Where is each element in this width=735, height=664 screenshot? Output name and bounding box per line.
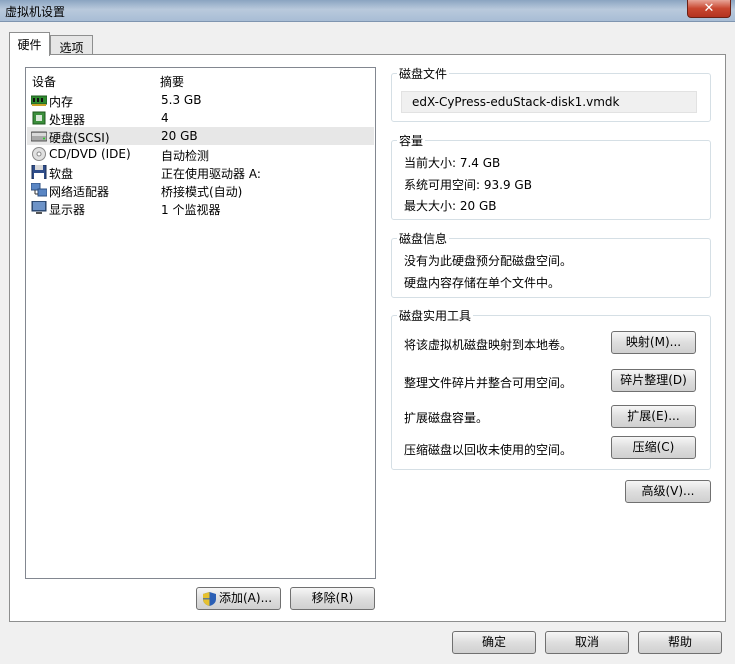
device-row-display[interactable]: 显示器 1 个监视器 <box>27 199 374 217</box>
remove-device-button[interactable]: 移除(R) <box>290 587 375 610</box>
device-summary: 自动检测 <box>161 149 210 163</box>
remove-device-label: 移除(R) <box>311 591 354 605</box>
add-device-label: 添加(A)... <box>219 591 273 605</box>
capacity-title: 容量 <box>397 132 426 149</box>
device-summary: 正在使用驱动器 A: <box>161 167 261 181</box>
add-device-button[interactable]: 添加(A)... <box>196 587 281 610</box>
advanced-button[interactable]: 高级(V)... <box>625 480 711 503</box>
device-row-hard-disk[interactable]: 硬盘(SCSI) 20 GB <box>27 127 374 145</box>
disk-file-path[interactable]: edX-CyPress-eduStack-disk1.vmdk <box>401 91 697 113</box>
tab-options-label: 选项 <box>59 41 84 55</box>
ok-button[interactable]: 确定 <box>452 631 536 654</box>
advanced-label: 高级(V)... <box>641 484 695 498</box>
cd-dvd-icon <box>32 147 46 161</box>
floppy-icon <box>31 165 47 179</box>
dialog-footer: 确定 取消 帮助 <box>0 622 735 664</box>
device-name: 硬盘(SCSI) <box>49 131 110 145</box>
vm-settings-window: 虚拟机设置 ✕ 硬件 选项 设备 摘要 内存 5.3 GB 处理器 4 硬盘(S… <box>0 0 735 664</box>
disk-info-title: 磁盘信息 <box>397 230 450 247</box>
max-size-label: 最大大小: 20 GB <box>404 199 497 213</box>
uac-shield-icon <box>203 592 216 606</box>
capacity-group: 容量 当前大小: 7.4 GB 系统可用空间: 93.9 GB 最大大小: 20… <box>391 132 711 220</box>
utility-description: 压缩磁盘以回收未使用的空间。 <box>404 443 573 457</box>
help-label: 帮助 <box>667 635 692 649</box>
device-name: 内存 <box>49 95 74 109</box>
map-disk-button[interactable]: 映射(M)... <box>611 331 696 354</box>
cpu-icon <box>32 111 46 125</box>
available-space-label: 系统可用空间: 93.9 GB <box>404 178 532 192</box>
device-summary: 1 个监视器 <box>161 203 221 217</box>
device-summary: 4 <box>161 111 169 125</box>
ok-label: 确定 <box>481 635 506 649</box>
hard-disk-icon <box>31 131 47 142</box>
disk-info-group: 磁盘信息 没有为此硬盘预分配磁盘空间。 硬盘内容存储在单个文件中。 <box>391 230 711 298</box>
device-name: 处理器 <box>49 113 86 127</box>
utility-description: 整理文件碎片并整合可用空间。 <box>404 376 573 390</box>
tab-hardware[interactable]: 硬件 <box>9 32 50 56</box>
cancel-label: 取消 <box>574 635 599 649</box>
tab-hardware-label: 硬件 <box>17 38 42 52</box>
current-size-label: 当前大小: 7.4 GB <box>404 156 501 170</box>
device-name: 显示器 <box>49 203 86 217</box>
title-bar: 虚拟机设置 ✕ <box>0 0 735 22</box>
device-list[interactable]: 设备 摘要 内存 5.3 GB 处理器 4 硬盘(SCSI) 20 GB CD/… <box>25 67 376 579</box>
device-name: 网络适配器 <box>49 185 110 199</box>
memory-icon <box>31 95 47 106</box>
map-disk-label: 映射(M)... <box>625 335 682 349</box>
cancel-button[interactable]: 取消 <box>545 631 629 654</box>
display-icon <box>31 201 47 214</box>
device-list-header: 设备 摘要 <box>26 68 375 90</box>
column-header-device[interactable]: 设备 <box>32 73 56 90</box>
hardware-panel: 设备 摘要 内存 5.3 GB 处理器 4 硬盘(SCSI) 20 GB CD/… <box>9 54 726 622</box>
disk-utilities-group: 磁盘实用工具 将该虚拟机磁盘映射到本地卷。 映射(M)... 整理文件碎片并整合… <box>391 307 711 470</box>
compact-disk-label: 压缩(C) <box>632 440 675 454</box>
device-name: CD/DVD (IDE) <box>49 147 131 161</box>
device-row-network-adapter[interactable]: 网络适配器 桥接模式(自动) <box>27 181 374 199</box>
disk-file-group: 磁盘文件 edX-CyPress-eduStack-disk1.vmdk <box>391 65 711 122</box>
device-name: 软盘 <box>49 167 74 181</box>
device-row-memory[interactable]: 内存 5.3 GB <box>27 91 374 109</box>
device-row-processor[interactable]: 处理器 4 <box>27 109 374 127</box>
utility-description: 将该虚拟机磁盘映射到本地卷。 <box>404 338 573 352</box>
column-header-summary[interactable]: 摘要 <box>160 73 184 90</box>
network-icon <box>31 183 47 197</box>
defragment-button[interactable]: 碎片整理(D) <box>611 369 696 392</box>
tab-options[interactable]: 选项 <box>50 35 93 55</box>
device-summary: 20 GB <box>161 129 198 143</box>
utility-description: 扩展磁盘容量。 <box>404 411 489 425</box>
window-title: 虚拟机设置 <box>5 5 66 19</box>
expand-disk-label: 扩展(E)... <box>627 409 680 423</box>
device-summary: 桥接模式(自动) <box>161 185 243 199</box>
disk-file-title: 磁盘文件 <box>397 65 450 82</box>
device-summary: 5.3 GB <box>161 93 202 107</box>
help-button[interactable]: 帮助 <box>638 631 722 654</box>
disk-info-line: 没有为此硬盘预分配磁盘空间。 <box>404 254 573 268</box>
device-row-floppy[interactable]: 软盘 正在使用驱动器 A: <box>27 163 374 181</box>
expand-disk-button[interactable]: 扩展(E)... <box>611 405 696 428</box>
disk-info-line: 硬盘内容存储在单个文件中。 <box>404 276 561 290</box>
compact-disk-button[interactable]: 压缩(C) <box>611 436 696 459</box>
disk-utilities-title: 磁盘实用工具 <box>397 307 474 324</box>
close-icon: ✕ <box>703 1 715 16</box>
device-row-cd-dvd[interactable]: CD/DVD (IDE) 自动检测 <box>27 145 374 163</box>
defragment-label: 碎片整理(D) <box>620 373 687 387</box>
close-button[interactable]: ✕ <box>687 0 731 18</box>
